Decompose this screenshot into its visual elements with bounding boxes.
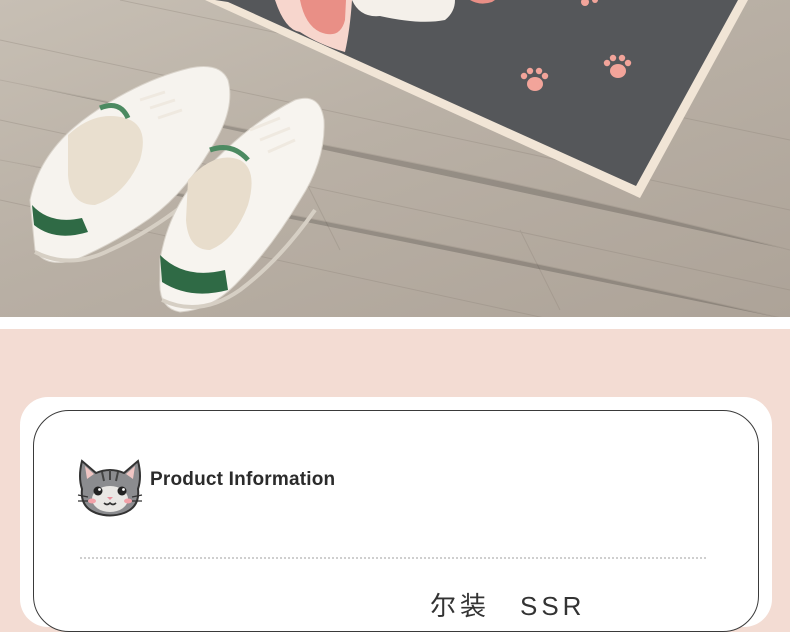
photo-illustration (0, 0, 790, 317)
section-divider (0, 317, 790, 329)
section-heading: Product Information (74, 455, 364, 525)
spec-label-partial: 尔装 SSR (430, 591, 586, 621)
product-photo (0, 0, 790, 317)
dotted-divider (80, 557, 706, 559)
cat-icon (77, 459, 143, 517)
section-title: Product Information (150, 469, 336, 490)
